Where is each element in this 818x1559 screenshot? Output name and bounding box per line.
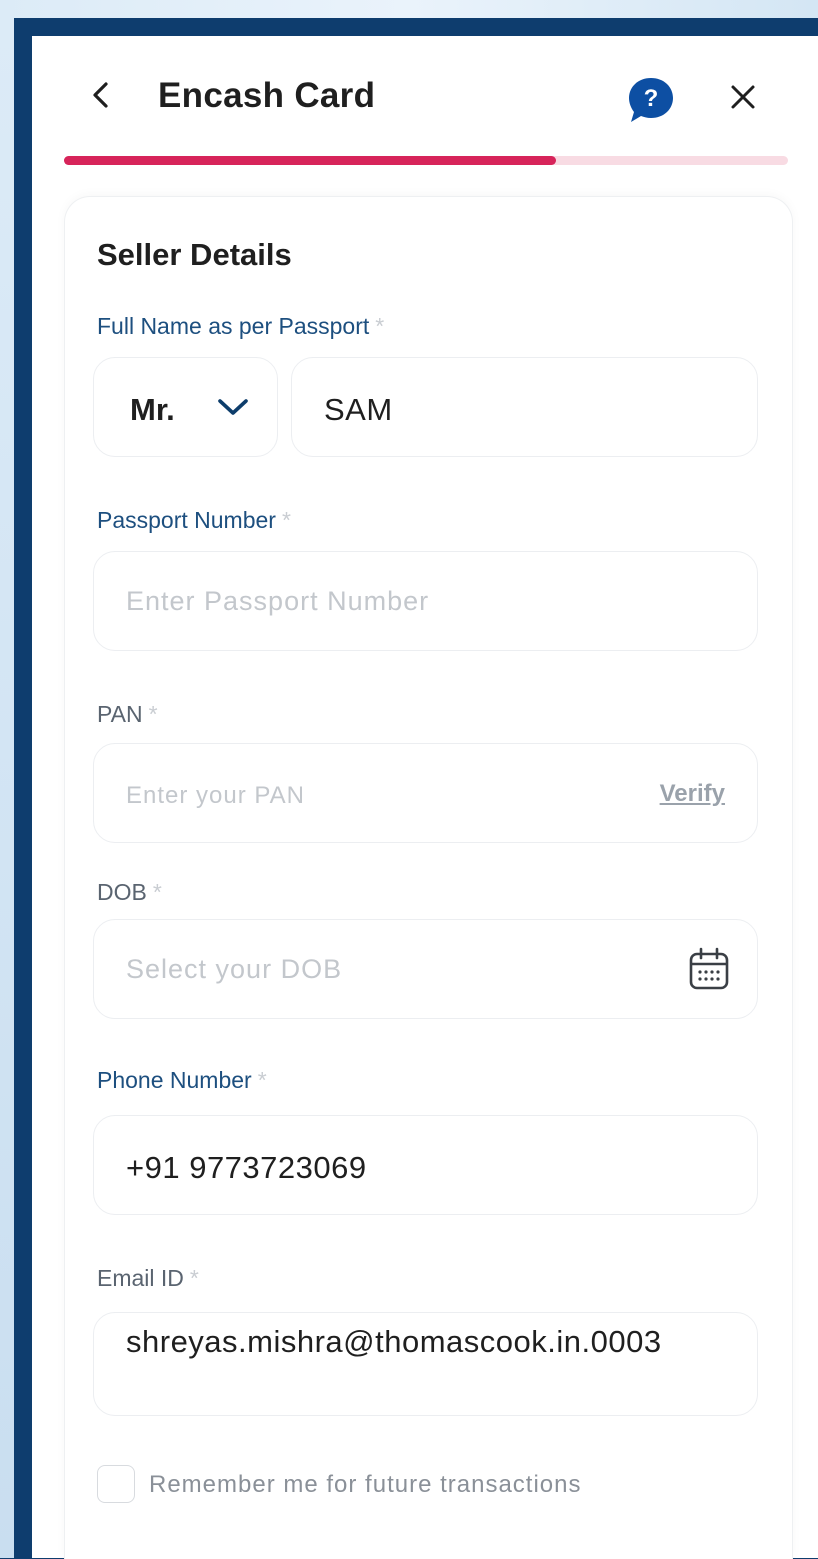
progress-bar: [64, 156, 788, 165]
page-title: Encash Card: [158, 76, 376, 115]
required-mark: *: [152, 879, 162, 905]
background-strip-top: [0, 0, 818, 18]
calendar-icon[interactable]: [687, 946, 731, 992]
verify-link[interactable]: Verify: [660, 780, 725, 808]
close-icon[interactable]: [727, 81, 759, 113]
dob-label: DOB *: [97, 879, 162, 906]
salutation-dropdown[interactable]: Mr.: [93, 357, 278, 457]
email-label: Email ID *: [97, 1265, 199, 1292]
pan-label: PAN *: [97, 701, 158, 728]
pan-input[interactable]: Enter your PAN Verify: [93, 743, 758, 843]
full-name-label-text: Full Name as per Passport: [97, 313, 370, 339]
passport-placeholder: Enter Passport Number: [126, 586, 430, 616]
help-icon[interactable]: ?: [626, 76, 676, 124]
email-label-text: Email ID: [97, 1265, 184, 1291]
required-mark: *: [375, 313, 385, 339]
dob-input[interactable]: Select your DOB: [93, 919, 758, 1019]
full-name-value: SAM: [324, 392, 393, 427]
pan-label-text: PAN: [97, 701, 143, 727]
header: Encash Card ?: [32, 36, 818, 156]
encash-card-panel: Encash Card ? Seller Details Full Name a…: [32, 36, 818, 1559]
phone-label-text: Phone Number: [97, 1067, 252, 1093]
full-name-input[interactable]: SAM: [291, 357, 758, 457]
pan-placeholder: Enter your PAN: [126, 782, 305, 809]
dob-placeholder: Select your DOB: [126, 954, 343, 984]
background-strip-left: [0, 18, 14, 1558]
salutation-value: Mr.: [130, 392, 175, 427]
required-mark: *: [148, 701, 158, 727]
full-name-label: Full Name as per Passport *: [97, 313, 384, 340]
svg-text:?: ?: [644, 85, 659, 112]
phone-label: Phone Number *: [97, 1067, 267, 1094]
section-title: Seller Details: [97, 237, 292, 272]
required-mark: *: [189, 1265, 199, 1291]
email-input[interactable]: shreyas.mishra@thomascook.in.0003: [93, 1312, 758, 1416]
progress-bar-fill: [64, 156, 557, 165]
passport-label: Passport Number *: [97, 507, 291, 534]
remember-me-label: Remember me for future transactions: [149, 1471, 582, 1498]
back-arrow-icon[interactable]: [87, 80, 117, 110]
chevron-down-icon: [218, 399, 248, 415]
seller-details-card: Seller Details Full Name as per Passport…: [64, 196, 793, 1559]
required-mark: *: [281, 507, 291, 533]
passport-number-input[interactable]: Enter Passport Number: [93, 551, 758, 651]
phone-value: +91 9773723069: [126, 1150, 367, 1185]
passport-label-text: Passport Number: [97, 507, 276, 533]
dob-label-text: DOB: [97, 879, 147, 905]
required-mark: *: [257, 1067, 267, 1093]
remember-me-checkbox[interactable]: [97, 1465, 135, 1503]
phone-number-input[interactable]: +91 9773723069: [93, 1115, 758, 1215]
email-value: shreyas.mishra@thomascook.in.0003: [126, 1324, 662, 1359]
